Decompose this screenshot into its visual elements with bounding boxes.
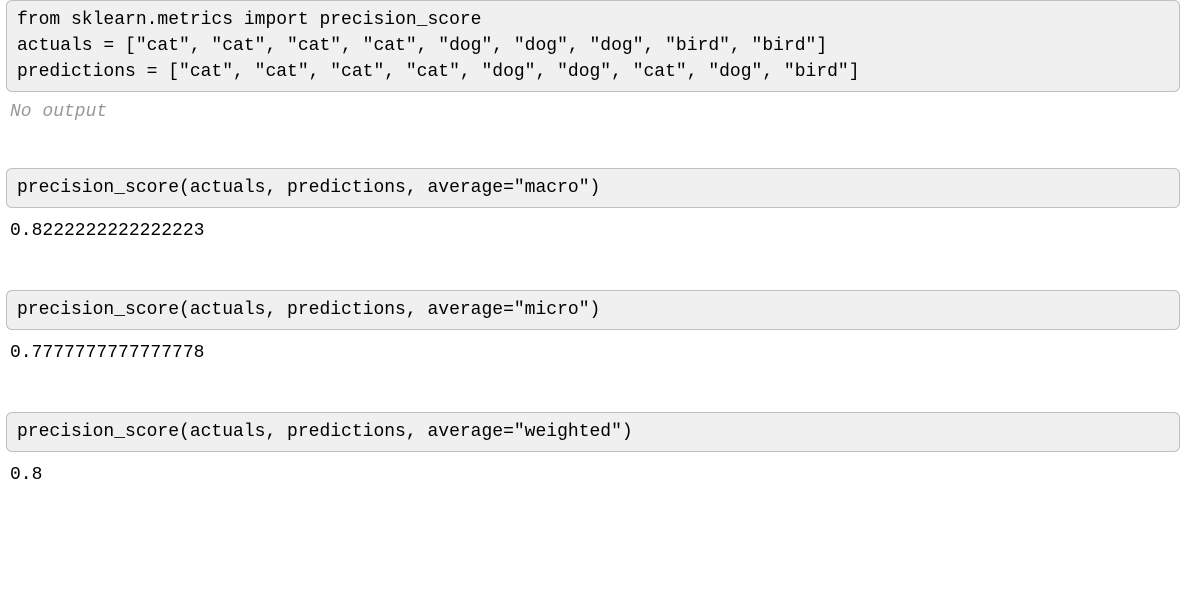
code-cell[interactable]: precision_score(actuals, predictions, av… xyxy=(6,168,1180,208)
notebook-cells: from sklearn.metrics import precision_sc… xyxy=(0,0,1186,488)
code-cell[interactable]: precision_score(actuals, predictions, av… xyxy=(6,290,1180,330)
cell-spacer xyxy=(0,122,1186,168)
output-text: 0.7777777777777778 xyxy=(0,330,1186,366)
code-text: precision_score(actuals, predictions, av… xyxy=(17,178,600,198)
cell-spacer xyxy=(0,366,1186,412)
cell-spacer xyxy=(0,244,1186,290)
code-cell[interactable]: from sklearn.metrics import precision_sc… xyxy=(6,0,1180,92)
no-output-label: No output xyxy=(0,92,1186,122)
output-text: 0.8222222222222223 xyxy=(0,208,1186,244)
code-text: from sklearn.metrics import precision_sc… xyxy=(17,10,860,82)
code-text: precision_score(actuals, predictions, av… xyxy=(17,300,600,320)
code-text: precision_score(actuals, predictions, av… xyxy=(17,422,633,442)
code-cell[interactable]: precision_score(actuals, predictions, av… xyxy=(6,412,1180,452)
output-text: 0.8 xyxy=(0,452,1186,488)
